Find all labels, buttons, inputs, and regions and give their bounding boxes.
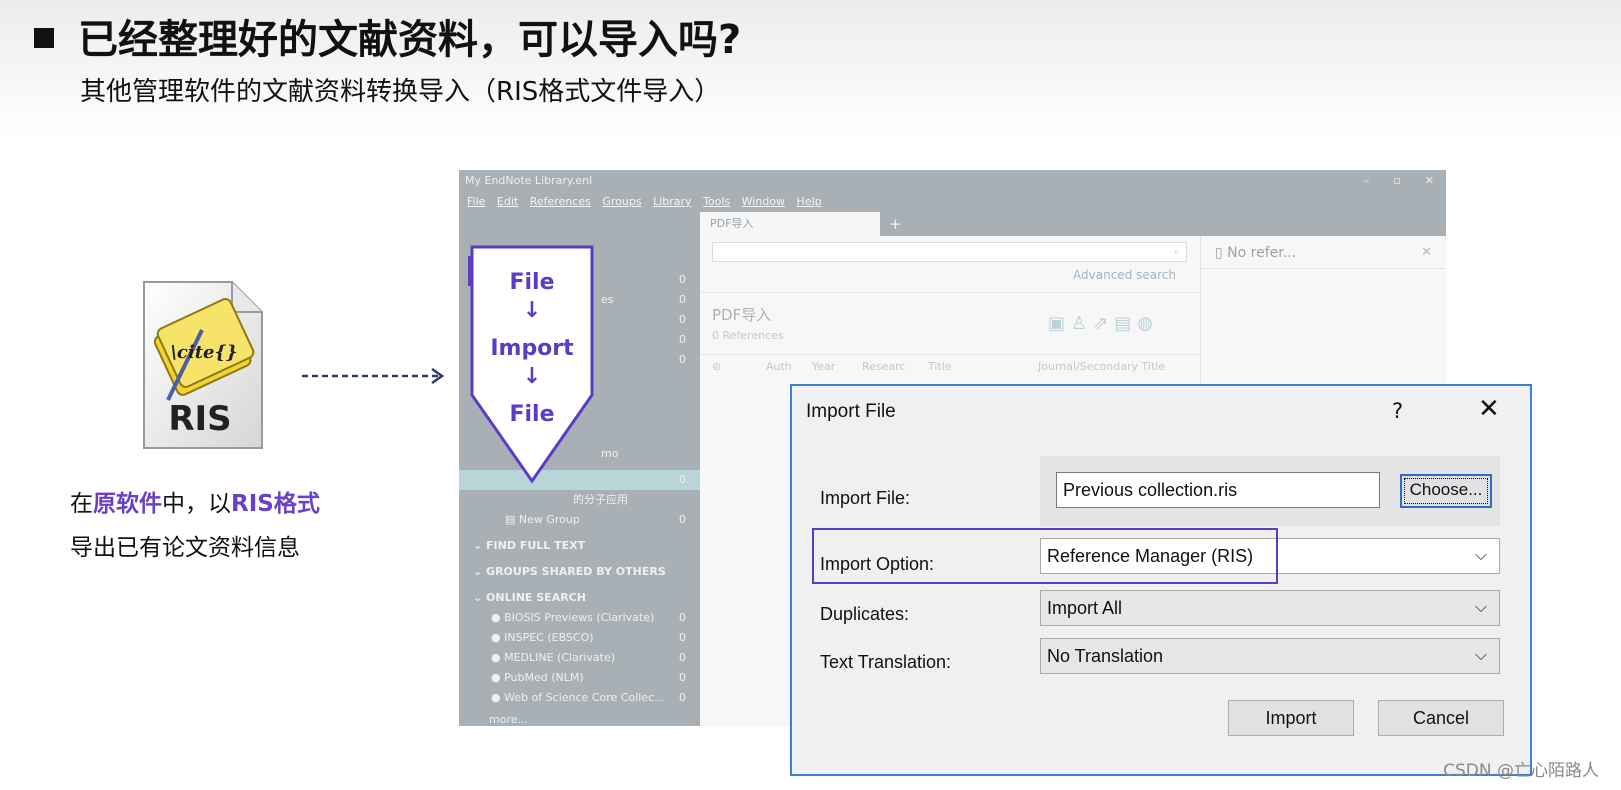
group-title: PDF导入 [712,306,772,324]
instruction-highlight-1: 原软件 [93,491,162,517]
chevron-down-icon: ⌵ [1474,547,1487,564]
window-title: My EndNote Library.enl [459,170,1446,192]
instruction-line-1: 在原软件中，以RIS格式 [70,488,320,520]
search-icon: ⌕ [1173,245,1180,258]
group-reference-count: 0 References [712,329,784,342]
slide-subtitle: 其他管理软件的文献资料转换导入（RIS格式文件导入） [80,77,721,107]
sidebar-find-full-text[interactable]: ⌄ FIND FULL TEXT [473,536,686,556]
minimize-icon[interactable]: – [1364,174,1370,187]
ris-file-icon: \cite{} RIS [140,280,266,452]
text-translation-label: Text Translation: [820,652,952,672]
dashed-arrow-icon [300,364,448,388]
chevron-down-icon: ⌄ [473,539,487,552]
menu-tools[interactable]: Tools [703,195,730,208]
callout-step-file-2: File [509,402,555,427]
menu-groups[interactable]: Groups [602,195,641,208]
globe-icon: ● [491,631,505,644]
sidebar-groups-shared[interactable]: ⌄ GROUPS SHARED BY OTHERS [473,562,686,582]
callout-step-file: File [509,270,555,295]
group-icon: ▤ [505,513,519,526]
column-journal[interactable]: Journal/Secondary Title [1038,360,1165,373]
instruction-line-2: 导出已有论文资料信息 [70,535,300,561]
down-arrow-icon: ↓ [522,364,542,389]
document-icon: ▯ [1215,245,1228,261]
online-search-icon[interactable]: ◍ [1137,313,1159,334]
steps-callout: File ↓ Import ↓ File [470,245,594,485]
attachment-column-icon: ⊘ [712,360,722,373]
globe-icon: ● [491,671,505,684]
menu-file[interactable]: File [467,195,485,208]
online-search-item[interactable]: ● INSPEC (EBSCO) 0 [473,628,686,648]
preview-empty-text: ▯ No refer... [1215,245,1297,261]
column-research[interactable]: Researc [862,360,905,373]
window-controls: – ▫ ✕ [1340,170,1434,192]
window-close-icon[interactable]: ✕ [1425,174,1434,187]
down-arrow-icon: ↓ [522,298,542,323]
column-year[interactable]: Year [812,360,835,373]
add-reference-icon[interactable]: ▣ [1048,313,1071,334]
tab-pdf-import[interactable]: PDF导入 [700,212,880,236]
text-translation-select[interactable]: No Translation ⌵ [1040,638,1500,674]
callout-step-import: Import [490,336,574,361]
online-search-item[interactable]: ● MEDLINE (Clarivate) 0 [473,648,686,668]
highlight-box [812,528,1278,584]
menu-help[interactable]: Help [797,195,822,208]
duplicates-label: Duplicates: [820,604,910,624]
toolbar-icons: ▣♙⇗▤◍ [1048,312,1159,336]
instruction-highlight-2: RIS格式 [231,491,320,517]
import-button[interactable]: Import [1228,700,1354,736]
sidebar-new-group[interactable]: ▤ New Group 0 [473,510,686,530]
column-title[interactable]: Title [928,360,952,373]
advanced-search-link[interactable]: Advanced search [1073,266,1176,284]
slide-title: 已经整理好的文献资料，可以导入吗? [78,17,742,63]
menu-bar: File Edit References Groups Library Tool… [459,192,1446,212]
add-user-icon[interactable]: ♙ [1071,313,1093,334]
column-author[interactable]: Auth [766,360,792,373]
online-search-more-link[interactable]: more... [473,710,686,726]
menu-edit[interactable]: Edit [497,195,518,208]
import-file-input[interactable]: Previous collection.ris [1056,472,1380,508]
add-tab-button[interactable]: + [889,212,902,236]
online-search-item[interactable]: ● BIOSIS Previews (Clarivate) 0 [473,608,686,628]
cancel-button[interactable]: Cancel [1378,700,1504,736]
instruction-part-3: 中，以 [162,491,231,517]
column-headers: ⊘ Auth Year Researc Title Journal/Second… [712,360,1192,378]
menu-library[interactable]: Library [653,195,691,208]
globe-icon: ● [491,611,505,624]
import-file-dialog: Import File ? ✕ Import File: Previous co… [790,384,1532,776]
help-icon[interactable]: ? [1392,396,1403,426]
instruction-part-1: 在 [70,491,93,517]
ris-icon-label: RIS [168,399,231,439]
close-icon[interactable]: ✕ [1478,394,1500,424]
preview-close-icon[interactable]: ✕ [1421,242,1432,264]
ris-icon-cite-text: \cite{} [170,342,237,363]
restore-icon[interactable]: ▫ [1393,174,1400,187]
watermark: CSDN @亡心陌路人 [1443,761,1599,781]
import-file-label: Import File: [820,488,911,508]
chevron-down-icon: ⌵ [1474,599,1487,616]
menu-window[interactable]: Window [742,195,785,208]
dialog-title: Import File [806,401,896,422]
online-search-item[interactable]: ● PubMed (NLM) 0 [473,668,686,688]
divider [700,354,1200,355]
sidebar-subgroup[interactable]: 的分子应用 [473,490,686,510]
menu-references[interactable]: References [530,195,591,208]
title-bullet [34,28,54,48]
globe-icon: ● [491,691,505,704]
share-icon[interactable]: ⇗ [1093,313,1114,334]
choose-button[interactable]: Choose... [1400,474,1492,508]
sidebar-online-search[interactable]: ⌄ ONLINE SEARCH [473,588,686,608]
duplicates-select[interactable]: Import All ⌵ [1040,590,1500,626]
chevron-down-icon: ⌵ [1474,647,1487,664]
chevron-down-icon: ⌄ [473,565,487,578]
divider [1201,268,1446,269]
find-pdf-icon[interactable]: ▤ [1114,313,1137,334]
divider [700,292,1200,293]
globe-icon: ● [491,651,505,664]
online-search-item[interactable]: ● Web of Science Core Collec... 0 [473,688,686,708]
search-input[interactable]: ⌕ [712,242,1187,262]
chevron-down-icon: ⌄ [473,591,487,604]
